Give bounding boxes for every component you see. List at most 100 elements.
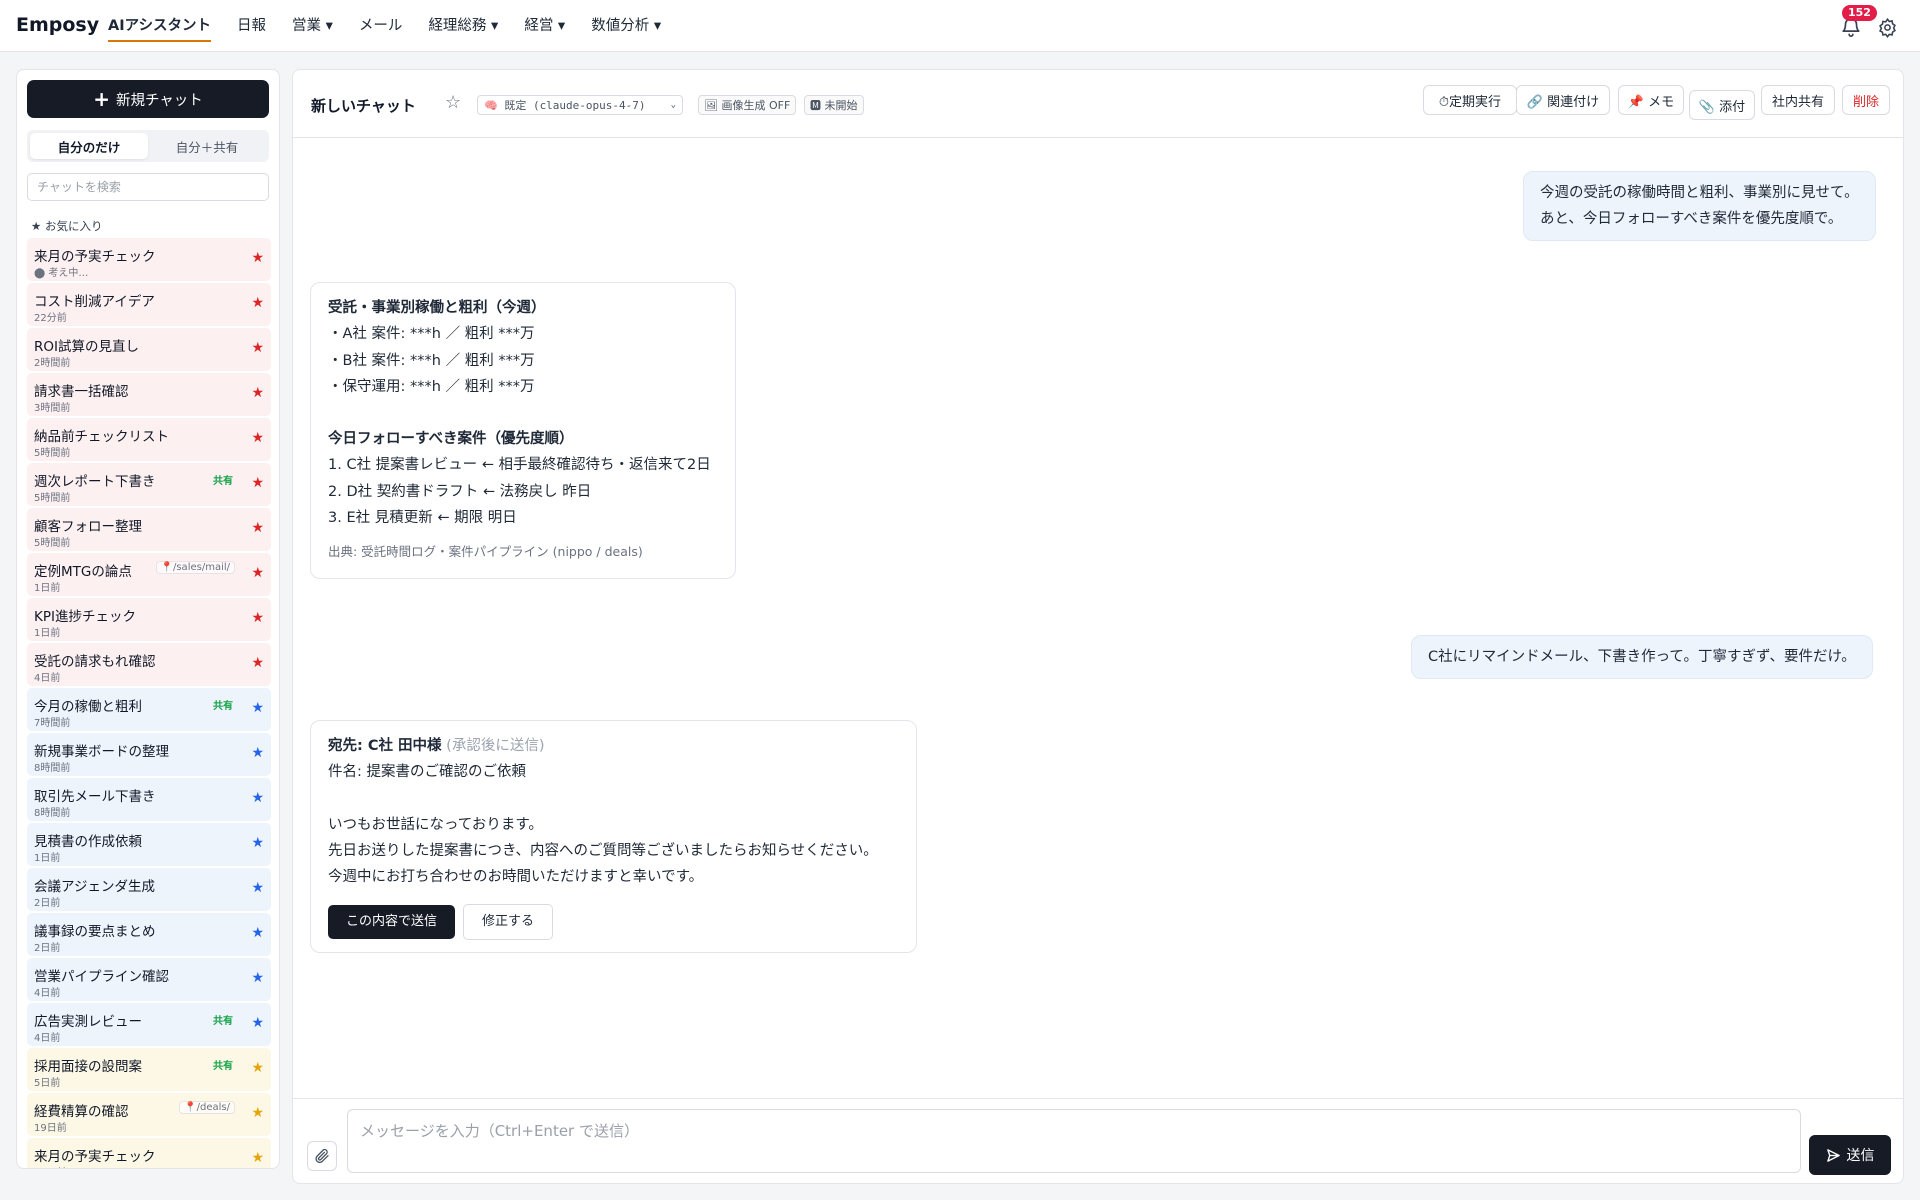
model-select[interactable]: 🧠 既定 (claude-opus-4-7) ⌄: [477, 95, 683, 115]
chat-timestamp: 5時間前: [34, 493, 71, 504]
star-icon[interactable]: ★: [251, 565, 264, 581]
paperclip-icon[interactable]: [307, 1141, 337, 1171]
chat-title: 新しいチャット: [311, 97, 416, 115]
chat-list-item[interactable]: 来月の予実チェック ⬤ 考え中… ★: [27, 238, 271, 281]
star-icon[interactable]: ★: [251, 340, 264, 356]
section-heading: 受託・事業別稼働と粗利（今週）: [328, 300, 546, 316]
star-icon[interactable]: ★: [251, 655, 264, 671]
chat-timestamp: 2時間前: [34, 358, 71, 369]
chat-list-item[interactable]: 広告実測レビュー 4日前 共有 ★: [27, 1003, 271, 1046]
approval-note: (承認後に送信): [446, 738, 545, 754]
star-icon[interactable]: ★: [251, 1015, 264, 1031]
nav-ai-assistant[interactable]: AIアシスタント: [108, 0, 212, 52]
chat-timestamp: 1日前: [34, 628, 61, 639]
star-icon[interactable]: ★: [251, 1105, 264, 1121]
chat-header: 新しいチャット ☆ 🧠 既定 (claude-opus-4-7) ⌄ 🖼 画像生…: [293, 70, 1903, 138]
send-draft-button[interactable]: この内容で送信: [328, 905, 456, 940]
chevron-down-icon: ⌄: [670, 100, 676, 110]
nav-sales[interactable]: 営業 ▾: [292, 0, 333, 52]
nav-mail[interactable]: メール: [359, 0, 403, 52]
chat-list-item[interactable]: 請求書一括確認 3時間前 ★: [27, 373, 271, 416]
memo-button[interactable]: 📌 メモ: [1618, 85, 1684, 115]
chat-list-item[interactable]: 見積書の作成依頼 1日前 ★: [27, 823, 271, 866]
edit-draft-button[interactable]: 修正する: [463, 904, 554, 941]
chat-list-item[interactable]: 営業パイプライン確認 4日前 ★: [27, 958, 271, 1001]
message-input[interactable]: [347, 1109, 1801, 1173]
chat-title: 定例MTGの論点: [34, 564, 132, 580]
attach-button[interactable]: 📎 添付: [1689, 90, 1755, 120]
star-icon[interactable]: ★: [251, 835, 264, 851]
chat-list-item[interactable]: コスト削減アイデア 22分前 ★: [27, 283, 271, 326]
chat-timestamp: 2日前: [34, 898, 61, 909]
image-generation-chip[interactable]: 🖼 画像生成 OFF: [698, 95, 797, 115]
star-icon[interactable]: ★: [251, 430, 264, 446]
notification-badge: 152: [1842, 5, 1877, 21]
star-icon[interactable]: ★: [251, 745, 264, 761]
chat-list-item[interactable]: 週次レポート下書き 5時間前 共有 ★: [27, 463, 271, 506]
chat-list-item[interactable]: 新規事業ボードの整理 8時間前 ★: [27, 733, 271, 776]
chat-list-item[interactable]: 納品前チェックリスト 5時間前 ★: [27, 418, 271, 461]
nav-daily-report[interactable]: 日報: [237, 0, 266, 52]
star-icon[interactable]: ★: [251, 385, 264, 401]
chat-title: 採用面接の設問案: [34, 1059, 142, 1075]
chat-main-panel: 新しいチャット ☆ 🧠 既定 (claude-opus-4-7) ⌄ 🖼 画像生…: [292, 69, 1904, 1184]
email-body-line: いつもお世話になっております。: [328, 816, 543, 833]
user-message: C社にリマインドメール、下書き作って。丁寧すぎず、要件だけ。: [1411, 635, 1873, 679]
star-icon[interactable]: ★: [251, 1150, 264, 1166]
nav-accounting[interactable]: 経理総務 ▾: [428, 0, 498, 52]
priority-line: 1. C社 提案書レビュー ← 相手最終確認待ち・返信来て2日: [328, 457, 711, 474]
star-icon[interactable]: ★: [251, 295, 264, 311]
chat-list-item[interactable]: 議事録の要点まとめ 2日前 ★: [27, 913, 271, 956]
chat-list-item[interactable]: 経費精算の確認 19日前 📍/deals/ ★: [27, 1093, 271, 1136]
chat-list-item[interactable]: 今月の稼働と粗利 7時間前 共有 ★: [27, 688, 271, 731]
schedule-button[interactable]: ⏱定期実行: [1423, 85, 1517, 115]
share-internal-button[interactable]: 社内共有: [1761, 85, 1835, 115]
gear-icon[interactable]: [1874, 14, 1900, 40]
nav-management[interactable]: 経営 ▾: [524, 0, 565, 52]
chat-timestamp: 8時間前: [34, 763, 71, 774]
chat-list-item[interactable]: KPI進捗チェック 1日前 ★: [27, 598, 271, 641]
star-icon[interactable]: ★: [251, 700, 264, 716]
new-chat-button[interactable]: + 新規チャット: [27, 80, 269, 118]
chat-title: 納品前チェックリスト: [34, 429, 169, 445]
link-button[interactable]: 🔗 関連付け: [1516, 85, 1610, 115]
chat-search-input[interactable]: [27, 173, 269, 201]
email-subject: 件名: 提案書のご確認のご依頼: [328, 764, 526, 781]
chat-list-item[interactable]: 定例MTGの論点 1日前 📍/sales/mail/ ★: [27, 553, 271, 596]
chat-list-item[interactable]: 採用面接の設問案 5日前 共有 ★: [27, 1048, 271, 1091]
chat-list-item[interactable]: ROI試算の見直し 2時間前 ★: [27, 328, 271, 371]
star-icon[interactable]: ★: [251, 790, 264, 806]
chat-list-item[interactable]: 来月の予実チェック19日前 ★: [27, 1138, 271, 1168]
chat-timestamp: 8時間前: [34, 808, 71, 819]
tab-mine-and-shared[interactable]: 自分＋共有: [148, 133, 266, 159]
chat-list-item[interactable]: 会議アジェンダ生成 2日前 ★: [27, 868, 271, 911]
send-icon: [1826, 1148, 1841, 1163]
star-icon[interactable]: ★: [251, 880, 264, 896]
star-icon[interactable]: ★: [251, 610, 264, 626]
star-icon[interactable]: ★: [251, 1060, 264, 1076]
chat-title: 顧客フォロー整理: [34, 519, 142, 535]
chat-sidebar: + 新規チャット 自分のだけ 自分＋共有 ★ お気に入り 来月の予実チェック ⬤ …: [16, 69, 280, 1169]
chat-timestamp: 2日前: [34, 943, 61, 954]
scope-toggle: 自分のだけ 自分＋共有: [27, 130, 269, 162]
brand-logo[interactable]: Emposy: [16, 14, 99, 36]
status-chip: 🅼 未開始: [804, 95, 864, 115]
shared-badge: 共有: [213, 1061, 233, 1072]
delete-button[interactable]: 削除: [1842, 85, 1890, 115]
favorite-star-icon[interactable]: ☆: [445, 92, 461, 113]
star-icon[interactable]: ★: [251, 520, 264, 536]
chat-list-item[interactable]: 顧客フォロー整理 5時間前 ★: [27, 508, 271, 551]
chat-list-item[interactable]: 受託の請求もれ確認 4日前 ★: [27, 643, 271, 686]
linked-path-tag: 📍/sales/mail/: [155, 561, 235, 574]
chat-timestamp: 4日前: [34, 673, 61, 684]
tab-mine-only[interactable]: 自分のだけ: [30, 133, 148, 159]
chat-list-item[interactable]: 取引先メール下書き 8時間前 ★: [27, 778, 271, 821]
star-icon[interactable]: ★: [251, 970, 264, 986]
nav-analytics[interactable]: 数値分析 ▾: [591, 0, 661, 52]
send-button[interactable]: 送信: [1809, 1135, 1891, 1175]
star-icon[interactable]: ★: [251, 250, 264, 266]
chat-title: 受託の請求もれ確認: [34, 654, 156, 670]
star-icon[interactable]: ★: [251, 925, 264, 941]
star-icon[interactable]: ★: [251, 475, 264, 491]
favorites-heading: ★ お気に入り: [31, 219, 103, 233]
